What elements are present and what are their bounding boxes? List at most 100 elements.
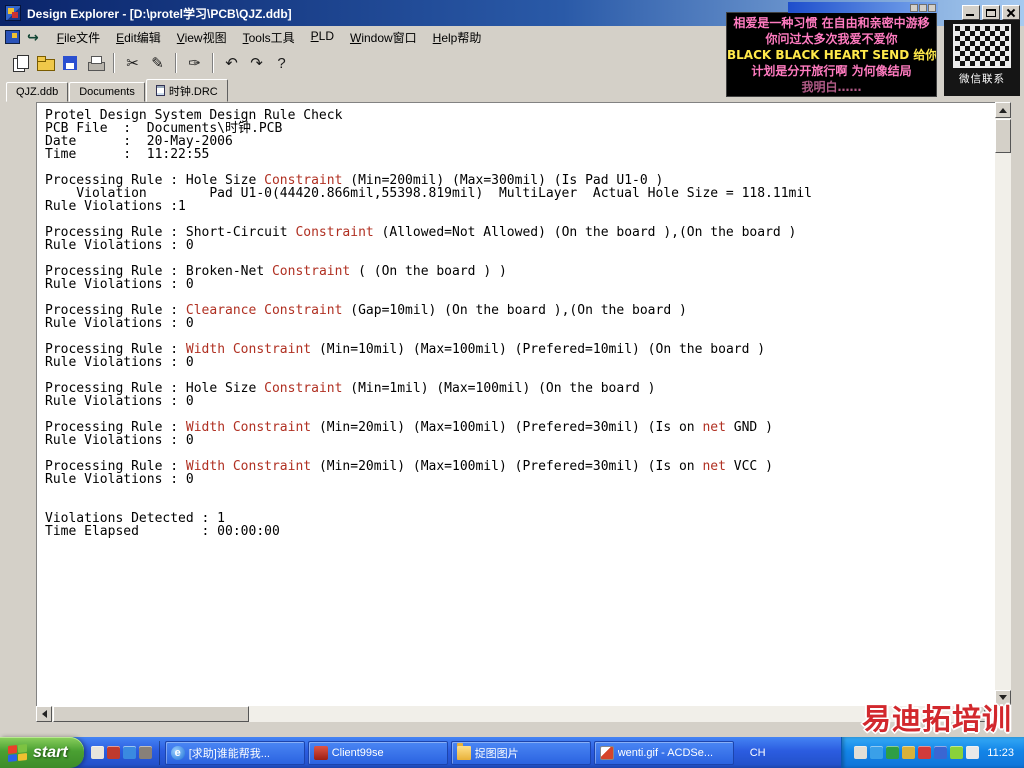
- lyric-line: 计划是分开旅行啊 为何像结局: [751, 64, 912, 78]
- tray-icon-7[interactable]: [950, 746, 964, 759]
- menu-item-pld[interactable]: PLD: [303, 27, 342, 48]
- redapp-icon: [313, 745, 328, 760]
- new-document-icon[interactable]: [8, 52, 33, 75]
- lyrics-minimize-button[interactable]: [910, 3, 918, 12]
- ie-icon: [170, 745, 185, 760]
- report-line: Rule Violations : 0: [45, 238, 194, 253]
- taskbar-buttons: [求助]谁能帮我...Client99se捉图图片wenti.gif - ACD…: [164, 740, 734, 765]
- tray-icons: [854, 746, 980, 759]
- tray-icon-3[interactable]: [886, 746, 900, 759]
- redo-icon[interactable]: ↷: [244, 52, 269, 75]
- menu-item-edit[interactable]: Edit编辑: [108, 27, 169, 48]
- forward-arrow-icon[interactable]: ↪: [27, 29, 39, 46]
- maximize-button[interactable]: [982, 5, 1000, 20]
- print-icon[interactable]: [83, 52, 108, 75]
- qr-code: [953, 24, 1011, 68]
- tab-documents[interactable]: Documents: [69, 82, 145, 102]
- quick-launch-icon-1[interactable]: [90, 746, 104, 759]
- vertical-scroll-thumb[interactable]: [995, 119, 1011, 153]
- lyrics-overlay: 相爱是一种习惯 在自由和亲密中游移 你问过太多次我爱不爱你 BLACK BLACK …: [726, 12, 937, 97]
- quick-launch-icon-4[interactable]: [138, 746, 152, 759]
- taskbar: start [求助]谁能帮我...Client99se捉图图片wenti.gif…: [0, 737, 1024, 768]
- save-icon[interactable]: [58, 52, 83, 75]
- document-icon: [155, 85, 165, 96]
- report-line: Time Elapsed : 00:00:00: [45, 524, 280, 539]
- tab-clock-drc[interactable]: 时钟.DRC: [145, 79, 228, 102]
- brush-icon[interactable]: ✑: [182, 52, 207, 75]
- report-line: Rule Violations : 0: [45, 355, 194, 370]
- lyrics-restore-button[interactable]: [919, 3, 927, 12]
- scroll-left-button[interactable]: [36, 706, 52, 722]
- report-line: Rule Violations : 0: [45, 316, 194, 331]
- undo-icon[interactable]: ↶: [219, 52, 244, 75]
- system-tray: 11:23: [841, 737, 1024, 768]
- drc-report: Protel Design System Design Rule Check PC…: [36, 102, 995, 706]
- desktop: Design Explorer - [D:\protel学习\PCB\QJZ.d…: [0, 0, 1024, 768]
- acdsee-icon: [599, 745, 614, 760]
- document-window-icon[interactable]: [5, 30, 20, 44]
- menu-item-tools[interactable]: Tools工具: [235, 27, 303, 48]
- menu-item-file[interactable]: File文件: [49, 27, 108, 48]
- task-button-capture-folder[interactable]: 捉图图片: [450, 740, 591, 765]
- training-watermark: 易迪拓培训: [862, 702, 1013, 736]
- toolbar-separator: [113, 53, 115, 73]
- tray-icon-5[interactable]: [918, 746, 932, 759]
- vertical-scrollbar[interactable]: [995, 102, 1011, 706]
- scroll-up-button[interactable]: [995, 102, 1011, 118]
- window-title: Design Explorer - [D:\protel学习\PCB\QJZ.d…: [27, 6, 292, 21]
- menu-item-view[interactable]: View视图: [169, 27, 235, 48]
- tray-icon-4[interactable]: [902, 746, 916, 759]
- toolbar-buttons: ✂ ✎ ✑ ↶ ↷?: [8, 52, 294, 75]
- up-arrow-icon: [999, 104, 1007, 113]
- task-button-forum-post[interactable]: [求助]谁能帮我...: [164, 740, 305, 765]
- report-line: Rule Violations : 0: [45, 277, 194, 292]
- qr-watermark: 微信联系: [944, 20, 1020, 96]
- minimize-icon: [966, 14, 974, 16]
- lyrics-window-titlebar[interactable]: [788, 2, 938, 13]
- start-button[interactable]: start: [0, 737, 84, 768]
- report-line: Rule Violations : 0: [45, 472, 194, 487]
- report-line: Rule Violations : 0: [45, 394, 194, 409]
- quick-launch: [84, 740, 160, 765]
- tray-icon-8[interactable]: [966, 746, 980, 759]
- report-line: Rule Violations : 0: [45, 433, 194, 448]
- lyric-line: BLACK BLACK HEART SEND 给你我的心: [727, 48, 936, 62]
- menu-item-help[interactable]: Help帮助: [425, 27, 490, 48]
- quick-launch-icon-3[interactable]: [122, 746, 136, 759]
- tray-icon-2[interactable]: [870, 746, 884, 759]
- tab-qjz-ddb[interactable]: QJZ.ddb: [6, 82, 69, 102]
- help-icon[interactable]: ?: [269, 52, 294, 75]
- toolbar-separator: [175, 53, 177, 73]
- report-line: Rule Violations :1: [45, 199, 186, 214]
- horizontal-scrollbar[interactable]: [36, 706, 995, 722]
- minimize-button[interactable]: [962, 5, 980, 20]
- menu-item-window[interactable]: Window窗口: [342, 27, 425, 48]
- left-arrow-icon: [38, 710, 47, 718]
- lyric-line: 相爱是一种习惯 在自由和亲密中游移: [733, 16, 930, 30]
- horizontal-scroll-thumb[interactable]: [53, 706, 249, 722]
- start-label: start: [33, 743, 68, 761]
- menu-items: File文件 Edit编辑 View视图 Tools工具 PLD Window窗口 Help…: [49, 27, 490, 48]
- task-button-acdsee[interactable]: wenti.gif - ACDSe...: [593, 740, 734, 765]
- lyrics-close-button[interactable]: [928, 3, 936, 12]
- close-button[interactable]: [1002, 5, 1020, 20]
- taskbar-clock: 11:23: [987, 746, 1014, 759]
- knife-icon[interactable]: ✂: [120, 52, 145, 75]
- window-controls: [962, 5, 1020, 20]
- toolbar-separator: [212, 53, 214, 73]
- language-indicator[interactable]: CH: [744, 747, 772, 759]
- quick-launch-icon-2[interactable]: [106, 746, 120, 759]
- tray-icon-1[interactable]: [854, 746, 868, 759]
- open-folder-icon[interactable]: [33, 52, 58, 75]
- report-line: Time : 11:22:55: [45, 147, 210, 162]
- windows-logo-icon: [8, 743, 27, 762]
- report-line: Violation Pad U1-0(44420.866mil,55398.81…: [45, 186, 813, 201]
- tray-icon-6[interactable]: [934, 746, 948, 759]
- pencil-icon[interactable]: ✎: [145, 52, 170, 75]
- maximize-icon: [986, 9, 996, 17]
- app-icon[interactable]: [5, 5, 21, 21]
- lyric-line: 你问过太多次我爱不爱你: [765, 32, 898, 46]
- lyric-line: 我明白……: [801, 80, 862, 94]
- qr-label: 微信联系: [959, 73, 1005, 85]
- task-button-client99se[interactable]: Client99se: [307, 740, 448, 765]
